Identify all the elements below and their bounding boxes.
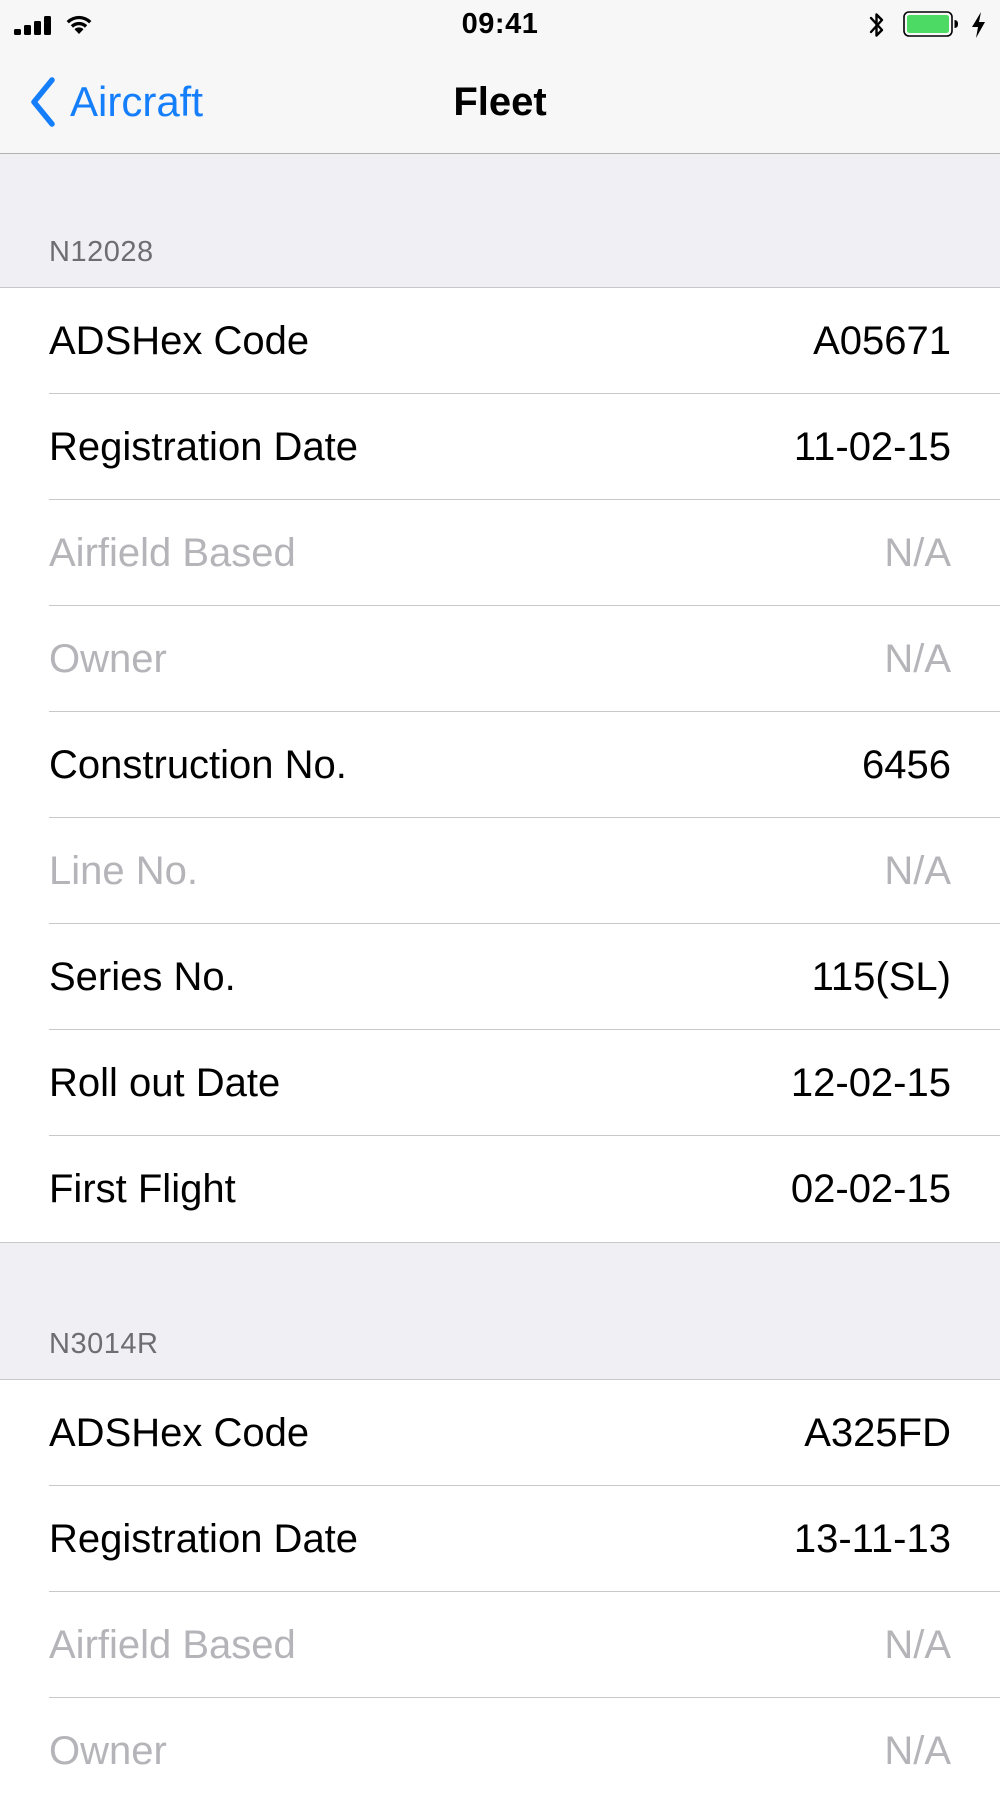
row-label: Airfield Based <box>49 1622 296 1667</box>
row-roll-out-date[interactable]: Roll out Date 12-02-15 <box>0 1030 1000 1136</box>
row-value: 6456 <box>862 742 951 787</box>
row-label: Registration Date <box>49 1516 359 1561</box>
row-value: N/A <box>884 1728 951 1773</box>
row-value: N/A <box>884 1622 951 1667</box>
charging-icon <box>972 12 985 38</box>
row-label: Line No. <box>49 848 198 893</box>
section-title-n3014r: N3014R <box>49 1328 159 1360</box>
row-label: Roll out Date <box>49 1060 281 1105</box>
row-adshex-code[interactable]: ADSHex Code A05671 <box>0 288 1000 394</box>
row-value: A05671 <box>813 318 951 363</box>
row-series-no[interactable]: Series No. 115(SL) <box>0 924 1000 1030</box>
row-registration-date[interactable]: Registration Date 11-02-15 <box>0 394 1000 500</box>
navigation-bar: Aircraft Fleet <box>0 50 1000 154</box>
section-n12028: ADSHex Code A05671 Registration Date 11-… <box>0 288 1000 1242</box>
row-owner: Owner N/A <box>0 1698 1000 1804</box>
row-airfield-based: Airfield Based N/A <box>0 500 1000 606</box>
row-line-no: Line No. N/A <box>0 818 1000 924</box>
battery-icon <box>903 11 958 37</box>
row-label: ADSHex Code <box>49 1410 310 1455</box>
row-adshex-code[interactable]: ADSHex Code A325FD <box>0 1380 1000 1486</box>
row-registration-date[interactable]: Registration Date 13-11-13 <box>0 1486 1000 1592</box>
row-label: Owner <box>49 1728 167 1773</box>
row-value: N/A <box>884 848 951 893</box>
row-label: ADSHex Code <box>49 318 310 363</box>
status-bar: 09:41 <box>0 0 1000 50</box>
row-label: Construction No. <box>49 742 347 787</box>
row-value: 02-02-15 <box>790 1166 951 1211</box>
row-owner: Owner N/A <box>0 606 1000 712</box>
fleet-table: N12028 ADSHex Code A05671 Registration D… <box>0 154 1000 1804</box>
bluetooth-icon <box>869 13 884 37</box>
row-value: A325FD <box>804 1410 951 1455</box>
row-value: 11-02-15 <box>793 424 951 469</box>
row-airfield-based: Airfield Based N/A <box>0 1592 1000 1698</box>
row-label: Airfield Based <box>49 530 296 575</box>
row-value: 12-02-15 <box>790 1060 951 1105</box>
row-label: Series No. <box>49 954 236 999</box>
row-value: 115(SL) <box>811 954 951 999</box>
row-value: N/A <box>884 636 951 681</box>
row-label: Registration Date <box>49 424 359 469</box>
row-construction-no[interactable]: Construction No. 6456 <box>0 712 1000 818</box>
section-n3014r: ADSHex Code A325FD Registration Date 13-… <box>0 1380 1000 1804</box>
row-first-flight[interactable]: First Flight 02-02-15 <box>0 1136 1000 1242</box>
section-title-n12028: N12028 <box>49 236 154 268</box>
page-title: Fleet <box>453 80 547 124</box>
section-header: N12028 <box>0 154 1000 288</box>
row-value: N/A <box>884 530 951 575</box>
row-label: First Flight <box>49 1166 236 1211</box>
section-header: N3014R <box>0 1242 1000 1380</box>
row-label: Owner <box>49 636 167 681</box>
status-time: 09:41 <box>461 8 539 40</box>
row-value: 13-11-13 <box>793 1516 951 1561</box>
